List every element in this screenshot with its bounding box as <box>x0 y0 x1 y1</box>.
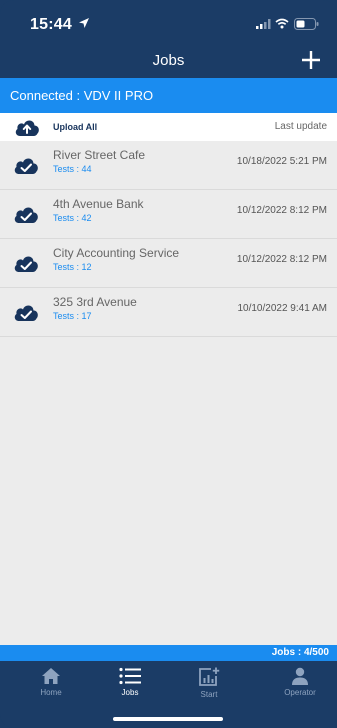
page-title: Jobs <box>152 52 185 69</box>
job-row-1[interactable]: River Street Cafe Tests : 44 10/18/2022 … <box>0 141 337 190</box>
tab-jobs[interactable]: Jobs <box>100 667 160 705</box>
phone-screen: 15:44 Jobs Connected : VDV II PRO Upload… <box>0 0 337 728</box>
cloud-check-icon <box>14 256 38 272</box>
status-time: 15:44 <box>30 16 72 33</box>
home-indicator <box>113 717 223 721</box>
user-icon <box>292 667 308 685</box>
tab-bar: Home Jobs Start Operator <box>0 661 337 728</box>
cellular-signal-icon <box>256 19 271 29</box>
job-row-2[interactable]: 4th Avenue Bank Tests : 42 10/12/2022 8:… <box>0 190 337 239</box>
tab-label: Start <box>200 690 218 699</box>
connection-status-banner: Connected : VDV II PRO <box>0 78 337 113</box>
cloud-check-icon <box>14 207 38 223</box>
tab-home[interactable]: Home <box>21 667 81 705</box>
battery-icon <box>294 18 319 30</box>
job-last-update: 10/18/2022 5:21 PM <box>236 156 327 167</box>
list-icon <box>119 667 141 685</box>
job-name: 4th Avenue Bank <box>53 197 144 211</box>
jobs-count-bar: Jobs : 4/500 <box>0 645 337 661</box>
job-name: River Street Cafe <box>53 148 146 162</box>
jobs-list-area: Upload All Last update River Street Cafe… <box>0 113 337 645</box>
job-tests-count: Tests : 17 <box>53 311 92 321</box>
tab-label: Operator <box>284 688 316 697</box>
chart-add-icon <box>199 667 220 686</box>
job-name: City Accounting Service <box>53 246 180 260</box>
home-icon <box>42 668 60 684</box>
job-tests-count: Tests : 42 <box>53 213 92 223</box>
job-tests-count: Tests : 44 <box>53 164 92 174</box>
cloud-check-icon <box>14 305 38 321</box>
job-tests-count: Tests : 12 <box>53 262 92 272</box>
job-last-update: 10/10/2022 9:41 AM <box>237 303 327 314</box>
job-row-3[interactable]: City Accounting Service Tests : 12 10/12… <box>0 239 337 288</box>
wifi-icon <box>275 18 289 29</box>
upload-all-row: Upload All Last update <box>0 113 337 141</box>
status-bar: 15:44 <box>0 0 337 40</box>
location-arrow-icon <box>79 18 89 28</box>
tab-label: Home <box>40 688 62 697</box>
last-update-header: Last update <box>274 121 327 132</box>
job-name: 325 3rd Avenue <box>53 295 137 309</box>
job-row-4[interactable]: 325 3rd Avenue Tests : 17 10/10/2022 9:4… <box>0 288 337 337</box>
cloud-upload-icon[interactable] <box>14 117 40 137</box>
jobs-count: Jobs : 4/500 <box>271 647 329 658</box>
navigation-bar: Jobs <box>0 40 337 78</box>
add-job-button[interactable] <box>299 48 323 72</box>
connection-status-text: Connected : VDV II PRO <box>10 88 154 103</box>
upload-all-button[interactable]: Upload All <box>53 122 97 132</box>
cloud-check-icon <box>14 158 38 174</box>
tab-label: Jobs <box>121 688 139 697</box>
job-last-update: 10/12/2022 8:12 PM <box>236 254 327 265</box>
tab-operator[interactable]: Operator <box>270 667 330 705</box>
job-last-update: 10/12/2022 8:12 PM <box>236 205 327 216</box>
tab-start[interactable]: Start <box>179 667 239 705</box>
